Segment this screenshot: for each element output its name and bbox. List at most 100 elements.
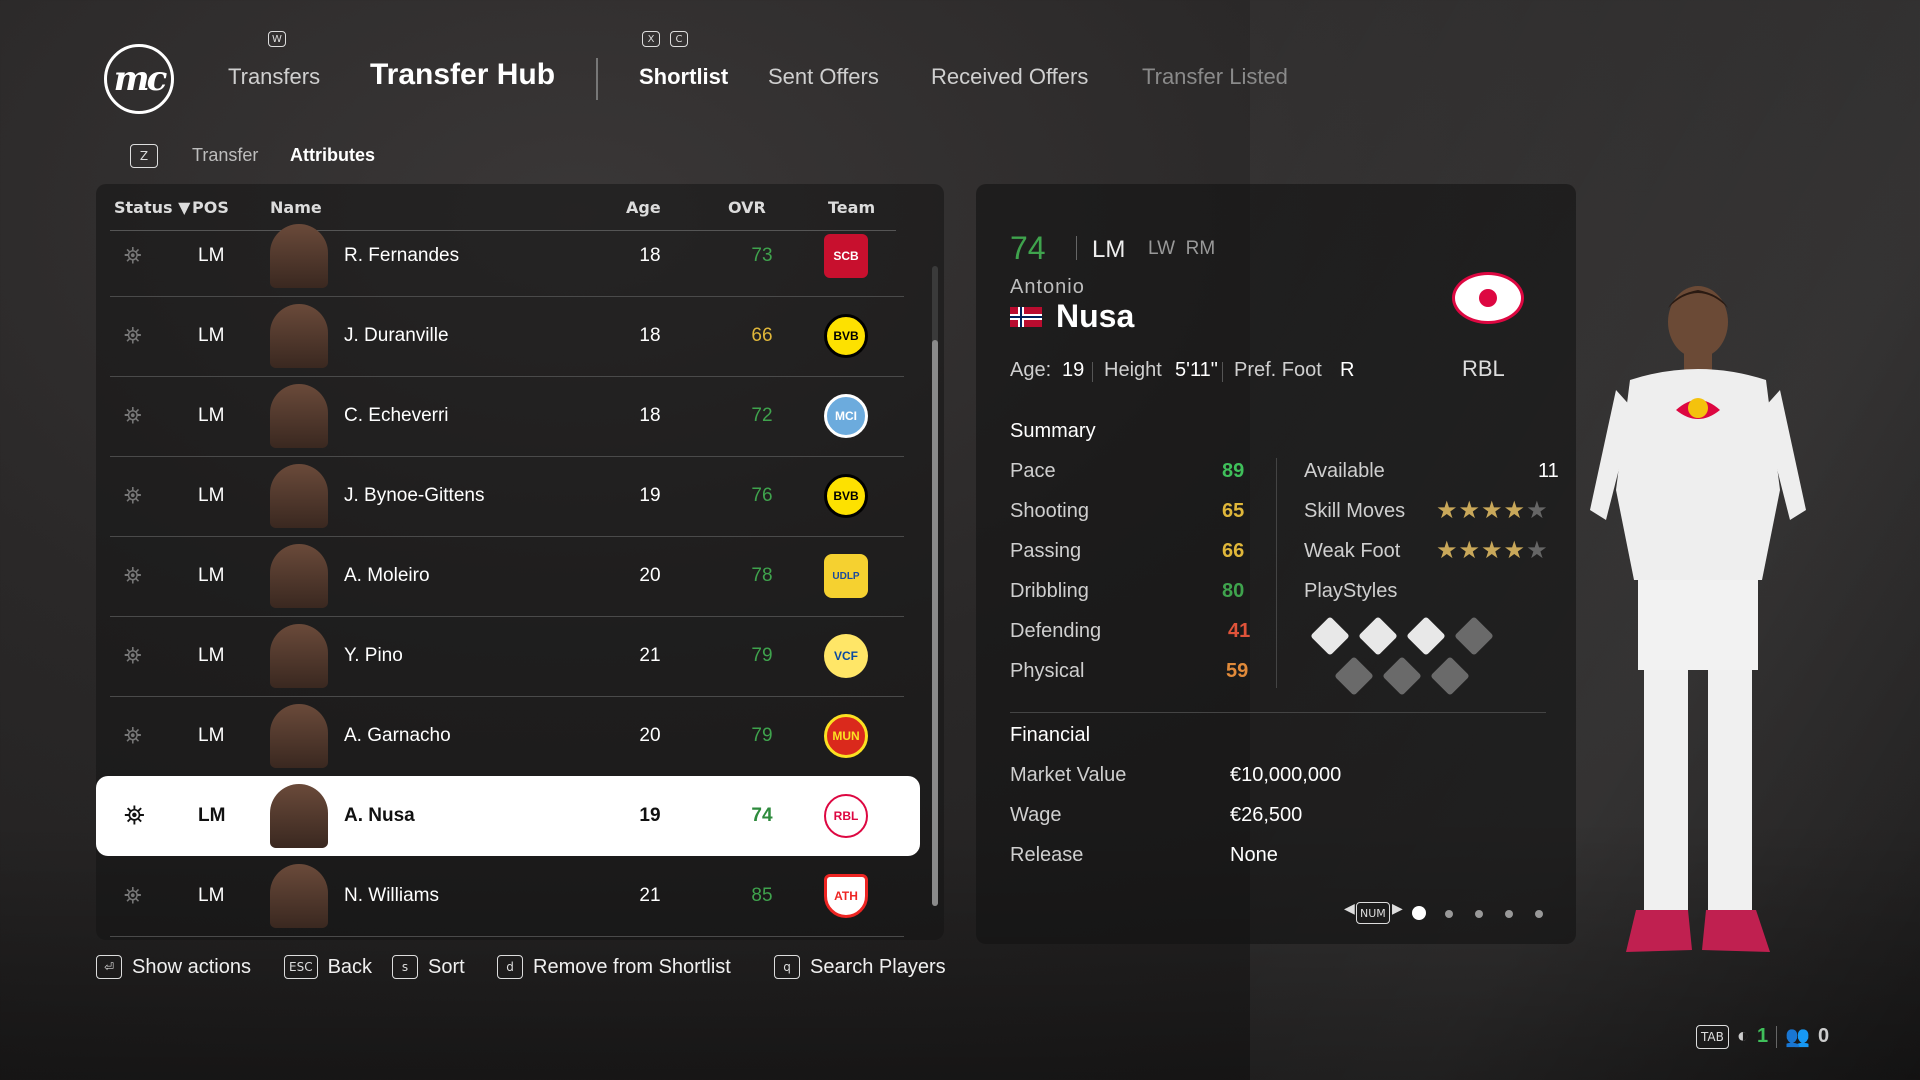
player-position: LM xyxy=(1092,236,1126,263)
tab-transfer-listed[interactable]: Transfer Listed xyxy=(1142,64,1288,90)
skill-moves-stars: ★★★★★ xyxy=(1436,497,1549,524)
binoculars-icon: ⛯ xyxy=(124,723,142,748)
divider xyxy=(1222,362,1223,382)
key-hint-c: C xyxy=(670,31,688,47)
table-row[interactable]: ⛯ LM J. Bynoe-Gittens 19 76 BVB xyxy=(110,456,904,537)
row-ovr: 79 xyxy=(751,725,773,746)
age-value: 19 xyxy=(1062,359,1085,381)
binoculars-icon: ⛯ xyxy=(124,243,142,268)
list-scrollbar-thumb[interactable] xyxy=(932,340,938,906)
player-face-image xyxy=(270,464,328,528)
career-mode-logo: mc xyxy=(104,44,174,114)
users-count: 0 xyxy=(1817,1025,1830,1047)
club-crest-icon: VCF xyxy=(824,634,868,678)
users-icon: 👥 xyxy=(1785,1026,1810,1048)
table-row[interactable]: ⛯ LM N. Williams 21 85 ATH xyxy=(110,856,904,937)
market-value-label: Market Value xyxy=(1010,764,1127,786)
stat-value-dribbling: 80 xyxy=(1222,580,1245,602)
table-row[interactable]: ⛯ LM R. Fernandes 18 73 SCB xyxy=(110,216,904,297)
club-crest-icon: MCI xyxy=(824,394,868,438)
norway-flag-icon xyxy=(1010,307,1042,327)
nav-divider xyxy=(596,58,598,100)
table-row[interactable]: ⛯ LM Y. Pino 21 79 VCF xyxy=(110,616,904,697)
player-last-name: Nusa xyxy=(1056,298,1135,334)
pager-dot[interactable] xyxy=(1535,910,1543,918)
row-ovr: 66 xyxy=(751,325,773,346)
enter-key-icon: ⏎ xyxy=(96,955,122,979)
skill-moves-label: Skill Moves xyxy=(1304,500,1406,522)
key-hint-w: W xyxy=(268,31,286,47)
back-button[interactable]: ESC Back xyxy=(284,955,372,979)
age-label: Age: xyxy=(1010,359,1052,381)
header-ovr[interactable]: OVR xyxy=(728,198,766,217)
row-name: A. Garnacho xyxy=(344,725,451,746)
show-actions-button[interactable]: ⏎ Show actions xyxy=(96,955,251,979)
stat-value-defending: 41 xyxy=(1228,620,1251,642)
subtab-transfer[interactable]: Transfer xyxy=(192,145,258,166)
release-value: None xyxy=(1230,844,1278,866)
row-ovr: 74 xyxy=(751,805,773,826)
player-face-image xyxy=(270,864,328,928)
stat-value-pace: 89 xyxy=(1222,460,1245,482)
remove-from-shortlist-button[interactable]: d Remove from Shortlist xyxy=(497,955,731,979)
row-age: 18 xyxy=(639,405,661,426)
status-tray[interactable]: TAB ◐ 1 👥 0 xyxy=(1696,1024,1829,1049)
header-team[interactable]: Team xyxy=(828,198,875,217)
ovr-divider xyxy=(1076,236,1077,260)
tab-received-offers[interactable]: Received Offers xyxy=(931,64,1088,90)
row-name: J. Duranville xyxy=(344,325,449,346)
player-face-image xyxy=(270,224,328,288)
key-hint-z: Z xyxy=(130,144,158,168)
player-model-image xyxy=(1590,286,1806,952)
row-pos: LM xyxy=(198,805,226,826)
row-pos: LM xyxy=(198,645,225,666)
row-name: J. Bynoe-Gittens xyxy=(344,485,485,506)
player-face-image xyxy=(270,544,328,608)
sort-button[interactable]: s Sort xyxy=(392,955,465,979)
binoculars-icon: ⛯ xyxy=(124,563,142,588)
stat-label-passing: Passing xyxy=(1010,540,1082,562)
pager-dot[interactable] xyxy=(1475,910,1483,918)
header-status[interactable]: Status ▼ xyxy=(114,198,190,217)
binoculars-icon: ⛯ xyxy=(124,883,142,908)
header-pos[interactable]: POS xyxy=(192,198,229,217)
pager-left-icon[interactable]: ◀ xyxy=(1344,900,1355,917)
pager-dot-active[interactable] xyxy=(1412,906,1426,920)
sort-label: Sort xyxy=(428,955,465,978)
table-row[interactable]: ⛯ LM C. Echeverri 18 72 MCI xyxy=(110,376,904,457)
subtab-attributes[interactable]: Attributes xyxy=(290,145,375,166)
table-row[interactable]: ⛯ LM A. Garnacho 20 79 MUN xyxy=(110,696,904,777)
header-name[interactable]: Name xyxy=(270,198,322,217)
row-age: 18 xyxy=(639,325,661,346)
player-first-name: Antonio xyxy=(1010,276,1085,298)
remove-label: Remove from Shortlist xyxy=(533,955,731,978)
row-pos: LM xyxy=(198,725,225,746)
club-code: RBL xyxy=(1462,356,1505,381)
header-age[interactable]: Age xyxy=(626,198,661,217)
pager-dot[interactable] xyxy=(1505,910,1513,918)
player-face-image xyxy=(270,784,328,848)
tab-sent-offers[interactable]: Sent Offers xyxy=(768,64,879,90)
player-face-image xyxy=(270,704,328,768)
row-pos: LM xyxy=(198,325,225,346)
table-row[interactable]: ⛯ LM A. Moleiro 20 78 UDLP xyxy=(110,536,904,617)
player-face-image xyxy=(270,624,328,688)
pager-right-icon[interactable]: ▶ xyxy=(1392,900,1403,917)
binoculars-icon: ⛯ xyxy=(124,800,145,830)
binoculars-icon: ⛯ xyxy=(124,403,142,428)
pager-dot[interactable] xyxy=(1445,910,1453,918)
table-row-selected[interactable]: ⛯ LM A. Nusa 19 74 RBL xyxy=(96,776,920,856)
summary-divider xyxy=(1276,458,1277,688)
search-players-button[interactable]: q Search Players xyxy=(774,955,946,979)
height-value: 5'11" xyxy=(1175,359,1218,381)
available-label: Available xyxy=(1304,460,1385,482)
stat-value-passing: 66 xyxy=(1222,540,1245,562)
table-row[interactable]: ⛯ LM J. Duranville 18 66 BVB xyxy=(110,296,904,377)
release-label: Release xyxy=(1010,844,1084,866)
nav-transfers[interactable]: Transfers xyxy=(228,64,320,90)
binoculars-icon: ⛯ xyxy=(124,323,142,348)
tab-shortlist[interactable]: Shortlist xyxy=(639,64,728,90)
binoculars-icon: ⛯ xyxy=(124,643,142,668)
row-pos: LM xyxy=(198,885,225,906)
playstyles-label: PlayStyles xyxy=(1304,580,1398,602)
